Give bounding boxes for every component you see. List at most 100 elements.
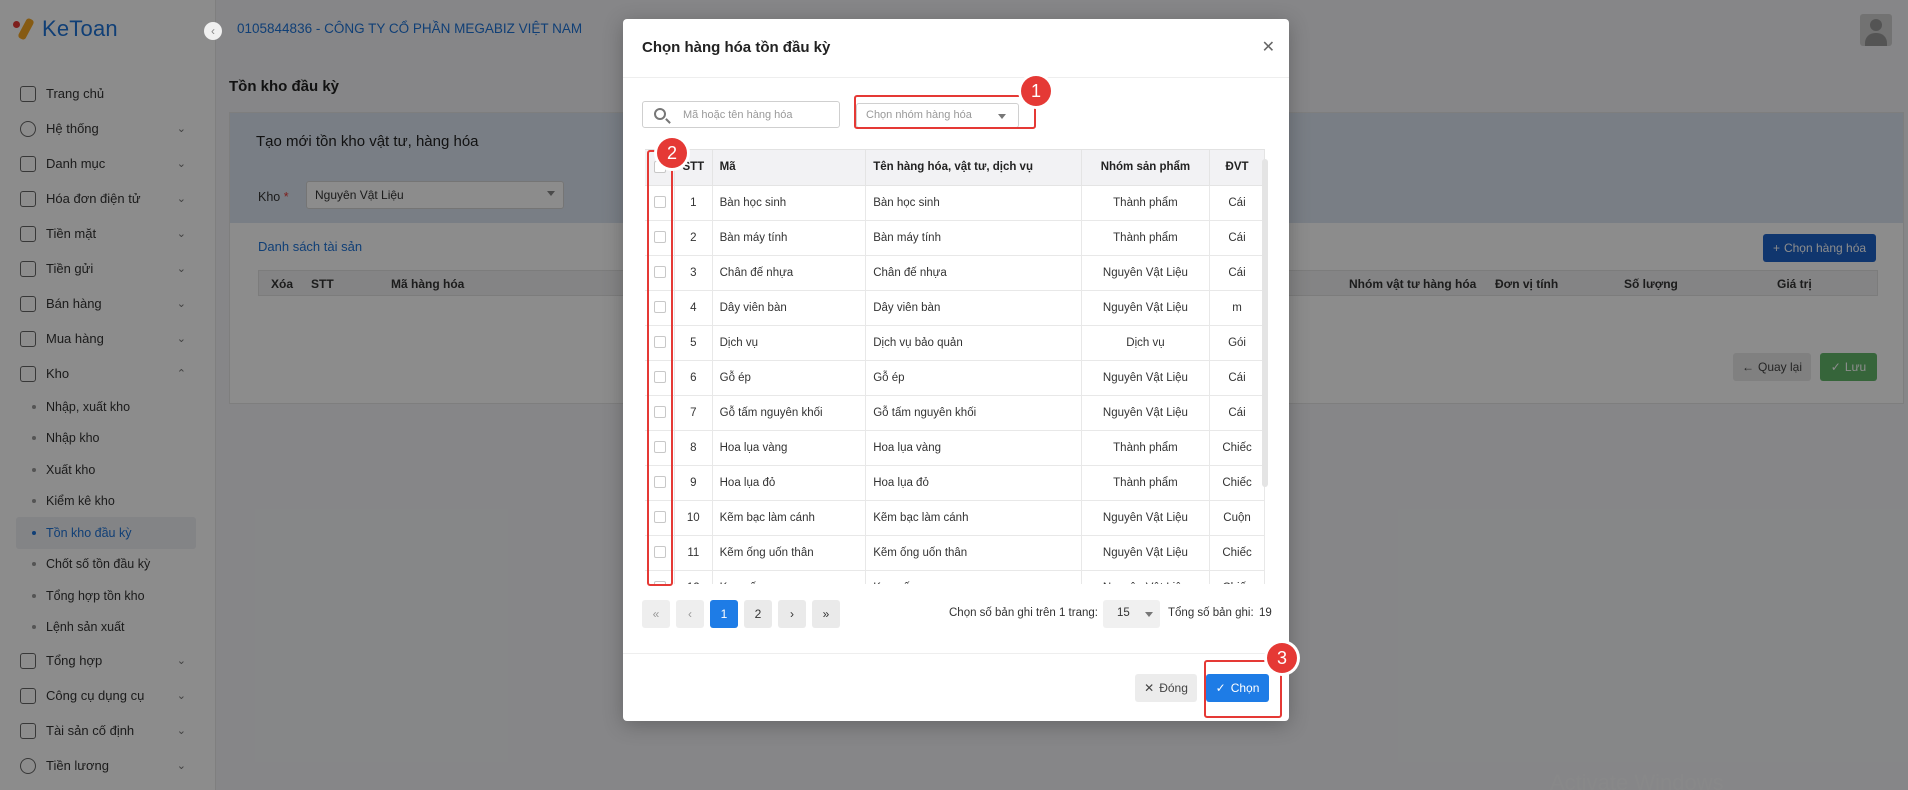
cell-dvt: m [1209,290,1265,326]
table-row[interactable]: 5 Dịch vụ Dịch vụ bảo quản Dịch vụ Gói [645,325,1265,361]
annotation-number-2: 2 [657,138,687,168]
close-icon[interactable]: ✕ [1262,37,1275,57]
cell-stt: 9 [674,465,713,501]
per-page-value: 15 [1117,607,1130,619]
cell-ten: Kẽm ống uốn thân [865,535,1082,571]
collapse-sidebar-icon[interactable]: ‹ [204,22,222,40]
cell-ma: Bàn học sinh [712,185,867,221]
cell-ten: Dịch vụ bảo quản [865,325,1082,361]
page-button-1[interactable]: 1 [710,600,738,628]
cell-ma: Bàn máy tính [712,220,867,256]
cell-nhom: Nguyên Vật Liệu [1081,500,1211,536]
close-label: Đóng [1159,681,1188,695]
header-nhom: Nhóm sản phẩm [1081,150,1211,186]
cell-nhom: Nguyên Vật Liệu [1081,535,1211,571]
cell-dvt: Cái [1209,395,1265,431]
search-field[interactable] [642,101,840,128]
cell-stt: 4 [674,290,713,326]
cell-stt: 11 [674,535,713,571]
cell-nhom: Dịch vụ [1081,325,1211,361]
cell-ma: Hoa lụa vàng [712,430,867,466]
close-button[interactable]: ✕ Đóng [1135,674,1197,702]
table-row[interactable]: 12Keo nếnKeo nếnNguyên Vật LiệuChiếc [645,570,1265,584]
cell-dvt: Cái [1209,220,1265,256]
cell-ma: Hoa lụa đỏ [712,465,867,501]
cell-ma: Gỗ tấm nguyên khối [712,395,867,431]
divider [623,653,1289,654]
cell-dvt: Cuộn [1209,500,1265,536]
header-ma: Mã [712,150,867,186]
cell-ten: Keo nến [865,570,1082,584]
cell-nhom: Nguyên Vật Liệu [1081,290,1211,326]
annotation-number-3: 3 [1267,643,1297,673]
annotation-box-2 [647,150,673,586]
cell-dvt: Cái [1209,185,1265,221]
modal-title: Chọn hàng hóa tồn đầu kỳ [642,39,831,56]
table-row[interactable]: 9 Hoa lụa đỏ Hoa lụa đỏ Thành phẩm Chiếc [645,465,1265,501]
cell-nhom: Thành phẩm [1081,220,1211,256]
cell-dvt: Gói [1209,325,1265,361]
table-row[interactable]: 8 Hoa lụa vàng Hoa lụa vàng Thành phẩm Chiếc [645,430,1265,466]
cell-nhom: Nguyên Vật Liệu [1081,570,1211,584]
cell-nhom: Thành phẩm [1081,430,1211,466]
first-page-button[interactable]: « [642,600,670,628]
cell-stt: 1 [674,185,713,221]
cell-nhom: Thành phẩm [1081,185,1211,221]
table-row[interactable]: 1 Bàn học sinh Bàn học sinh Thành phẩm Cái [645,185,1265,221]
cell-stt: 8 [674,430,713,466]
cell-ma: Dịch vụ [712,325,867,361]
total-records-label: Tổng số bản ghi: [1168,607,1254,619]
cell-dvt: Chiếc [1209,570,1265,584]
table-row[interactable]: 11 Kẽm ống uốn thân Kẽm ống uốn thân Nguyên… [645,535,1265,571]
cell-dvt: Cái [1209,255,1265,291]
cell-stt: 6 [674,360,713,396]
cell-ten: Bàn máy tính [865,220,1082,256]
annotation-number-1: 1 [1021,76,1051,106]
cell-ten: Hoa lụa đỏ [865,465,1082,501]
cell-dvt: Chiếc [1209,535,1265,571]
table-row[interactable]: 7 Gỗ tấm nguyên khối Gỗ tấm nguyên khối Ngu… [645,395,1265,431]
cell-ten: Gỗ ép [865,360,1082,396]
total-records-value: 19 [1259,607,1272,619]
search-input[interactable] [683,106,833,124]
close-icon: ✕ [1144,681,1155,695]
last-page-button[interactable]: » [812,600,840,628]
header-dvt: ĐVT [1209,150,1265,186]
cell-ma: Keo nến [712,570,867,584]
table-row[interactable]: 6 Gỗ ép Gỗ ép Nguyên Vật Liệu Cái [645,360,1265,396]
annotation-box-1 [854,95,1036,129]
cell-ten: Gỗ tấm nguyên khối [865,395,1082,431]
table-row[interactable]: 4 Dây viên bàn Dây viên bàn Nguyên Vật Liệu… [645,290,1265,326]
table-row[interactable]: 2 Bàn máy tính Bàn máy tính Thành phẩm Cái [645,220,1265,256]
cell-ten: Chân đế nhựa [865,255,1082,291]
cell-stt: 5 [674,325,713,361]
cell-ma: Dây viên bàn [712,290,867,326]
cell-ma: Kẽm bạc làm cánh [712,500,867,536]
annotation-box-3 [1204,660,1282,718]
cell-ten: Dây viên bàn [865,290,1082,326]
cell-nhom: Nguyên Vật Liệu [1081,360,1211,396]
cell-stt: 2 [674,220,713,256]
cell-nhom: Nguyên Vật Liệu [1081,255,1211,291]
cell-nhom: Thành phẩm [1081,465,1211,501]
per-page-label: Chọn số bản ghi trên 1 trang: [949,607,1098,619]
cell-dvt: Cái [1209,360,1265,396]
cell-nhom: Nguyên Vật Liệu [1081,395,1211,431]
caret-down-icon [1145,612,1153,617]
per-page-select[interactable]: 15 [1103,600,1160,628]
page-button-2[interactable]: 2 [744,600,772,628]
cell-stt: 3 [674,255,713,291]
cell-ten: Hoa lụa vàng [865,430,1082,466]
cell-ma: Kẽm ống uốn thân [712,535,867,571]
table-scrollbar[interactable] [1262,159,1268,487]
search-icon [654,108,666,120]
table-row[interactable]: 10 Kẽm bạc làm cánh Kẽm bạc làm cánh Nguyên… [645,500,1265,536]
next-page-button[interactable]: › [778,600,806,628]
cell-dvt: Chiếc [1209,465,1265,501]
table-header-row: STT Mã Tên hàng hóa, vật tư, dịch vụ Nhó… [645,150,1265,186]
cell-ten: Kẽm bạc làm cánh [865,500,1082,536]
header-ten: Tên hàng hóa, vật tư, dịch vụ [865,150,1082,186]
prev-page-button[interactable]: ‹ [676,600,704,628]
table-row[interactable]: 3 Chân đế nhựa Chân đế nhựa Nguyên Vật Liệu… [645,255,1265,291]
divider [623,77,1289,78]
